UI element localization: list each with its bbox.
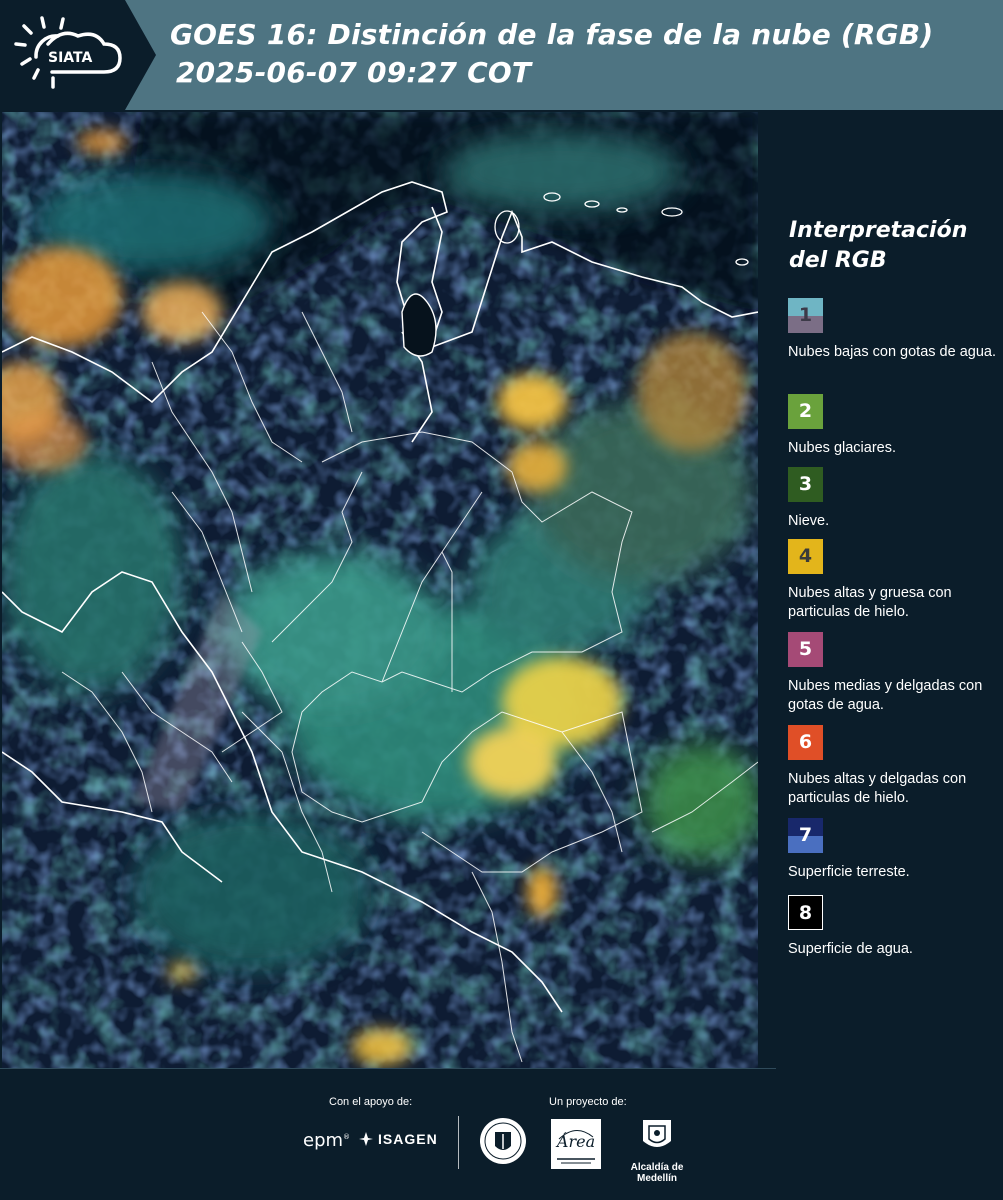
title-line-2: 2025-06-07 09:27 COT: [176, 56, 532, 89]
legend-item-6: 6 Nubes altas y delgadas con particulas …: [788, 725, 998, 808]
title-line-1: GOES 16: Distinción de la fase de la nub…: [170, 18, 934, 51]
legend-swatch-1: 1: [788, 298, 823, 333]
legend-label-2: Nubes glaciares.: [788, 440, 896, 456]
medellin-seal-icon[interactable]: [478, 1116, 528, 1171]
siata-logo: SIATA: [0, 0, 160, 110]
legend-number-5: 5: [798, 638, 813, 660]
isagen-icon: [359, 1132, 373, 1146]
legend-number-1: 1: [798, 304, 813, 326]
satellite-rgb-map[interactable]: [2, 112, 758, 1068]
project-label: Un proyecto de:: [549, 1096, 627, 1108]
legend-number-8: 8: [798, 902, 813, 924]
legend-label-3: Nieve.: [788, 513, 830, 529]
isagen-logo[interactable]: ISAGEN: [358, 1131, 438, 1147]
area-metropolitana-logo[interactable]: Área: [551, 1119, 601, 1174]
legend-swatch-3: 3: [788, 467, 823, 502]
legend-swatch-7: 7: [788, 818, 823, 853]
alcaldia-medellin-logo[interactable]: Alcaldía de Medellín: [612, 1117, 702, 1184]
epm-logo-text: epm: [303, 1130, 344, 1151]
legend-number-3: 3: [798, 473, 813, 495]
legend-item-5: 5 Nubes medias y delgadas con gotas de a…: [788, 632, 998, 715]
legend-item-2: 2 Nubes glaciares.: [788, 394, 998, 458]
footer-divider: [458, 1116, 459, 1169]
legend-item-8: 8 Superficie de agua.: [788, 895, 998, 959]
legend-panel: Interpretación del RGB 1 Nubes bajas con…: [760, 112, 1003, 1068]
epm-logo[interactable]: epm®: [303, 1130, 350, 1151]
legend-number-7: 7: [798, 824, 813, 846]
legend-title-line-2: del RGB: [789, 248, 887, 273]
legend-label-4: Nubes altas y gruesa con particulas de h…: [788, 585, 952, 620]
alcaldia-text: Alcaldía de Medellín: [630, 1162, 684, 1184]
legend-swatch-5: 5: [788, 632, 823, 667]
legend-label-8: Superficie de agua.: [788, 941, 913, 957]
legend-label-7: Superficie terreste.: [788, 864, 910, 880]
support-label: Con el apoyo de:: [329, 1096, 413, 1108]
medellin-shield-icon: [643, 1120, 671, 1147]
legend-title: Interpretación del RGB: [789, 216, 967, 276]
legend-swatch-2: 2: [788, 394, 823, 429]
footer: Con el apoyo de: Un proyecto de: epm® IS…: [0, 1069, 1003, 1200]
legend-label-5: Nubes medias y delgadas con gotas de agu…: [788, 678, 983, 713]
legend-item-3: 3 Nieve.: [788, 467, 998, 531]
header-bar: SIATA GOES 16: Distinción de la fase de …: [0, 0, 1003, 110]
legend-item-7: 7 Superficie terreste.: [788, 818, 998, 882]
legend-swatch-4: 4: [788, 539, 823, 574]
page-title: GOES 16: Distinción de la fase de la nub…: [170, 16, 933, 92]
legend-number-4: 4: [798, 545, 813, 567]
legend-label-6: Nubes altas y delgadas con particulas de…: [788, 771, 967, 806]
legend-label-1: Nubes bajas con gotas de agua.: [788, 344, 996, 360]
legend-title-line-1: Interpretación: [789, 218, 968, 243]
isagen-logo-text: ISAGEN: [378, 1131, 438, 1147]
legend-swatch-6: 6: [788, 725, 823, 760]
legend-item-4: 4 Nubes altas y gruesa con particulas de…: [788, 539, 998, 622]
logo-text: SIATA: [48, 50, 93, 66]
legend-item-1: 1 Nubes bajas con gotas de agua.: [788, 298, 998, 362]
legend-number-6: 6: [798, 731, 813, 753]
legend-number-2: 2: [798, 400, 813, 422]
legend-swatch-8: 8: [788, 895, 823, 930]
